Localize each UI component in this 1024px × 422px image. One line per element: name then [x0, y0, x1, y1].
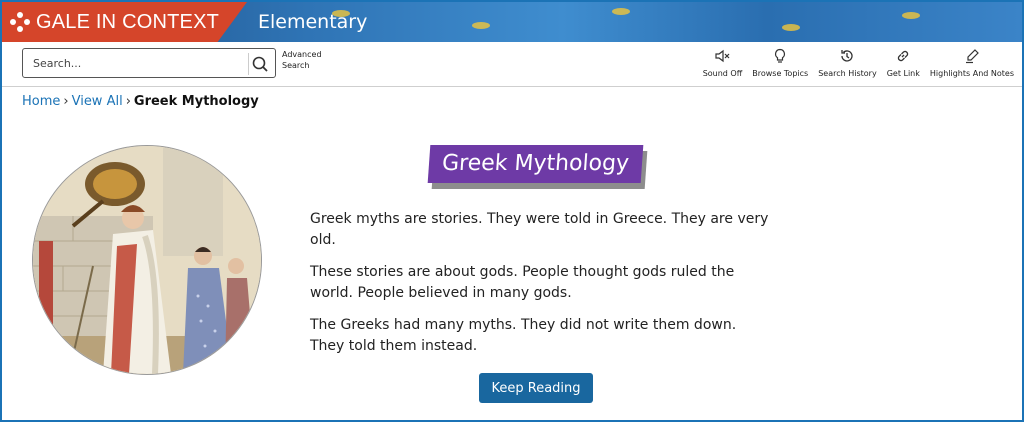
- breadcrumb-view-all[interactable]: View All: [72, 94, 123, 109]
- breadcrumb-separator: ›: [125, 94, 131, 109]
- highlights-notes-button[interactable]: Highlights And Notes: [930, 48, 1014, 78]
- speaker-mute-icon: [715, 49, 730, 63]
- search-icon: [252, 56, 268, 72]
- product-name: Elementary: [258, 11, 368, 33]
- breadcrumb: Home › View All › Greek Mythology: [22, 94, 259, 109]
- history-icon: [841, 50, 854, 62]
- tool-label: Search History: [818, 69, 877, 78]
- sound-off-button[interactable]: Sound Off: [702, 48, 743, 78]
- fish-decoration: [902, 12, 920, 19]
- article-paragraph: These stories are about gods. People tho…: [310, 264, 735, 301]
- fish-decoration: [612, 8, 630, 15]
- tool-label: Highlights And Notes: [929, 69, 1014, 78]
- article-paragraph: Greek myths are stories. They were told …: [310, 211, 769, 248]
- search-button[interactable]: [248, 53, 271, 75]
- breadcrumb-separator: ›: [63, 94, 69, 109]
- fish-decoration: [782, 24, 800, 31]
- fish-decoration: [472, 22, 490, 29]
- breadcrumb-home[interactable]: Home: [22, 94, 60, 109]
- link-icon: [898, 50, 909, 62]
- keep-reading-button[interactable]: Keep Reading: [479, 373, 593, 403]
- toolbar: Advanced Search Sound Off Browse Topics: [2, 42, 1022, 87]
- breadcrumb-current: Greek Mythology: [133, 94, 259, 109]
- article-image: [32, 145, 262, 375]
- advanced-search-link[interactable]: Advanced Search: [282, 49, 330, 71]
- lightbulb-icon: [775, 48, 786, 63]
- get-link-button[interactable]: Get Link: [887, 48, 920, 78]
- search-history-button[interactable]: Search History: [818, 48, 877, 78]
- article-paragraph: The Greeks had many myths. They did not …: [310, 317, 737, 354]
- app-frame: GALE IN CONTEXT Elementary Advanced Sear…: [0, 0, 1024, 422]
- gale-logo-icon: [10, 12, 30, 32]
- search-input[interactable]: [31, 49, 253, 77]
- article-body: Greek myths are stories. They were told …: [310, 209, 770, 368]
- brand-logo[interactable]: GALE IN CONTEXT: [2, 2, 247, 42]
- browse-topics-button[interactable]: Browse Topics: [752, 48, 808, 78]
- tool-label: Browse Topics: [752, 69, 809, 78]
- tool-label: Get Link: [886, 69, 920, 78]
- search-box: [22, 48, 276, 78]
- greek-illustration: [33, 146, 261, 374]
- article-title-banner: Greek Mythology: [427, 145, 648, 189]
- pen-icon: [965, 49, 979, 64]
- article-title: Greek Mythology: [427, 145, 644, 183]
- brand-name: GALE IN CONTEXT: [36, 10, 220, 33]
- tool-label: Sound Off: [702, 69, 743, 78]
- tool-list: Sound Off Browse Topics Search History G…: [693, 48, 1014, 78]
- header-banner: GALE IN CONTEXT Elementary: [2, 2, 1022, 42]
